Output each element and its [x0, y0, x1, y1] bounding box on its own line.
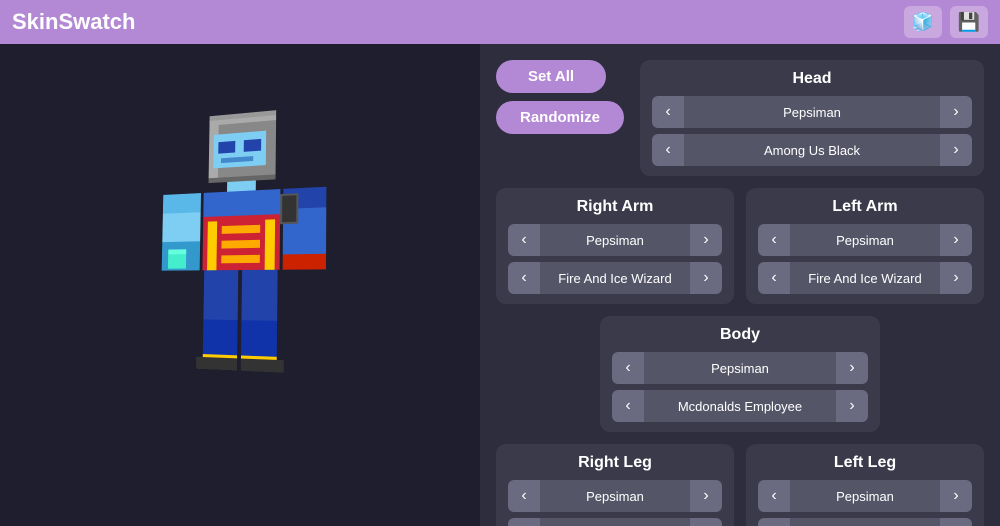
- header-buttons: 🧊 💾: [904, 6, 988, 38]
- save-button[interactable]: 💾: [950, 6, 988, 38]
- left-arm-row1-prev[interactable]: ‹: [758, 224, 790, 256]
- body-row2-label: Mcdonalds Employee: [644, 399, 836, 414]
- head-row1-next[interactable]: ›: [940, 96, 972, 128]
- right-leg-row1-prev[interactable]: ‹: [508, 480, 540, 512]
- left-arm-title: Left Arm: [758, 198, 972, 216]
- header: SkinSwatch 🧊 💾: [0, 0, 1000, 44]
- left-leg-row-1: ‹ Pepsiman ›: [758, 480, 972, 512]
- left-arm-row-2: ‹ Fire And Ice Wizard ›: [758, 262, 972, 294]
- body-section: Body ‹ Pepsiman › ‹ Mcdonalds Employee ›: [600, 316, 880, 432]
- left-leg-row2-next[interactable]: ›: [940, 518, 972, 526]
- right-arm-row1-prev[interactable]: ‹: [508, 224, 540, 256]
- right-leg-row2-prev[interactable]: ‹: [508, 518, 540, 526]
- head-section: Head ‹ Pepsiman › ‹ Among Us Black ›: [640, 60, 984, 176]
- left-leg-row1-prev[interactable]: ‹: [758, 480, 790, 512]
- body-row1-prev[interactable]: ‹: [612, 352, 644, 384]
- main: Set All Randomize Head ‹ Pepsiman › ‹ Am…: [0, 44, 1000, 526]
- right-leg-row-2: ‹ Golden Warrior ›: [508, 518, 722, 526]
- right-leg-row1-next[interactable]: ›: [690, 480, 722, 512]
- cube-icon: 🧊: [912, 12, 934, 33]
- body-row-2: ‹ Mcdonalds Employee ›: [612, 390, 868, 422]
- right-arm-row1-next[interactable]: ›: [690, 224, 722, 256]
- body-row1-next[interactable]: ›: [836, 352, 868, 384]
- right-arm-row2-prev[interactable]: ‹: [508, 262, 540, 294]
- right-arm-section: Right Arm ‹ Pepsiman › ‹ Fire And Ice Wi…: [496, 188, 734, 304]
- left-leg-title: Left Leg: [758, 454, 972, 472]
- body-row2-prev[interactable]: ‹: [612, 390, 644, 422]
- legs-row: Right Leg ‹ Pepsiman › ‹ Golden Warrior …: [496, 444, 984, 526]
- left-arm-row2-prev[interactable]: ‹: [758, 262, 790, 294]
- head-row1-label: Pepsiman: [684, 105, 940, 120]
- right-arm-row2-label: Fire And Ice Wizard: [540, 271, 690, 286]
- right-leg-row2-next[interactable]: ›: [690, 518, 722, 526]
- right-leg-section: Right Leg ‹ Pepsiman › ‹ Golden Warrior …: [496, 444, 734, 526]
- set-all-button[interactable]: Set All: [496, 60, 606, 93]
- skin-character: [144, 94, 342, 484]
- cube-button[interactable]: 🧊: [904, 6, 942, 38]
- right-leg-row-1: ‹ Pepsiman ›: [508, 480, 722, 512]
- top-buttons: Set All Randomize: [496, 60, 624, 134]
- left-leg-row2-prev[interactable]: ‹: [758, 518, 790, 526]
- arms-row: Right Arm ‹ Pepsiman › ‹ Fire And Ice Wi…: [496, 188, 984, 304]
- left-leg-row-2: ‹ Golden Warrior ›: [758, 518, 972, 526]
- left-leg-section: Left Leg ‹ Pepsiman › ‹ Golden Warrior ›: [746, 444, 984, 526]
- body-row-1: ‹ Pepsiman ›: [612, 352, 868, 384]
- left-arm-row-1: ‹ Pepsiman ›: [758, 224, 972, 256]
- left-leg-row1-next[interactable]: ›: [940, 480, 972, 512]
- controls-panel: Set All Randomize Head ‹ Pepsiman › ‹ Am…: [480, 44, 1000, 526]
- head-row-1: ‹ Pepsiman ›: [652, 96, 972, 128]
- body-title: Body: [612, 326, 868, 344]
- skin-preview: [0, 44, 480, 526]
- body-row1-label: Pepsiman: [644, 361, 836, 376]
- head-row1-prev[interactable]: ‹: [652, 96, 684, 128]
- left-leg-row1-label: Pepsiman: [790, 489, 940, 504]
- right-arm-row2-next[interactable]: ›: [690, 262, 722, 294]
- head-row2-label: Among Us Black: [684, 143, 940, 158]
- left-arm-section: Left Arm ‹ Pepsiman › ‹ Fire And Ice Wiz…: [746, 188, 984, 304]
- right-arm-row-1: ‹ Pepsiman ›: [508, 224, 722, 256]
- head-title: Head: [652, 70, 972, 88]
- right-arm-title: Right Arm: [508, 198, 722, 216]
- head-row2-prev[interactable]: ‹: [652, 134, 684, 166]
- left-arm-row1-next[interactable]: ›: [940, 224, 972, 256]
- left-arm-row2-next[interactable]: ›: [940, 262, 972, 294]
- app-title: SkinSwatch: [12, 9, 135, 35]
- save-icon: 💾: [958, 12, 980, 33]
- right-arm-row1-label: Pepsiman: [540, 233, 690, 248]
- body-row2-next[interactable]: ›: [836, 390, 868, 422]
- head-row2-next[interactable]: ›: [940, 134, 972, 166]
- left-arm-row2-label: Fire And Ice Wizard: [790, 271, 940, 286]
- right-leg-row1-label: Pepsiman: [540, 489, 690, 504]
- randomize-button[interactable]: Randomize: [496, 101, 624, 134]
- head-row-2: ‹ Among Us Black ›: [652, 134, 972, 166]
- body-row: Body ‹ Pepsiman › ‹ Mcdonalds Employee ›: [496, 316, 984, 432]
- right-leg-title: Right Leg: [508, 454, 722, 472]
- right-arm-row-2: ‹ Fire And Ice Wizard ›: [508, 262, 722, 294]
- left-arm-row1-label: Pepsiman: [790, 233, 940, 248]
